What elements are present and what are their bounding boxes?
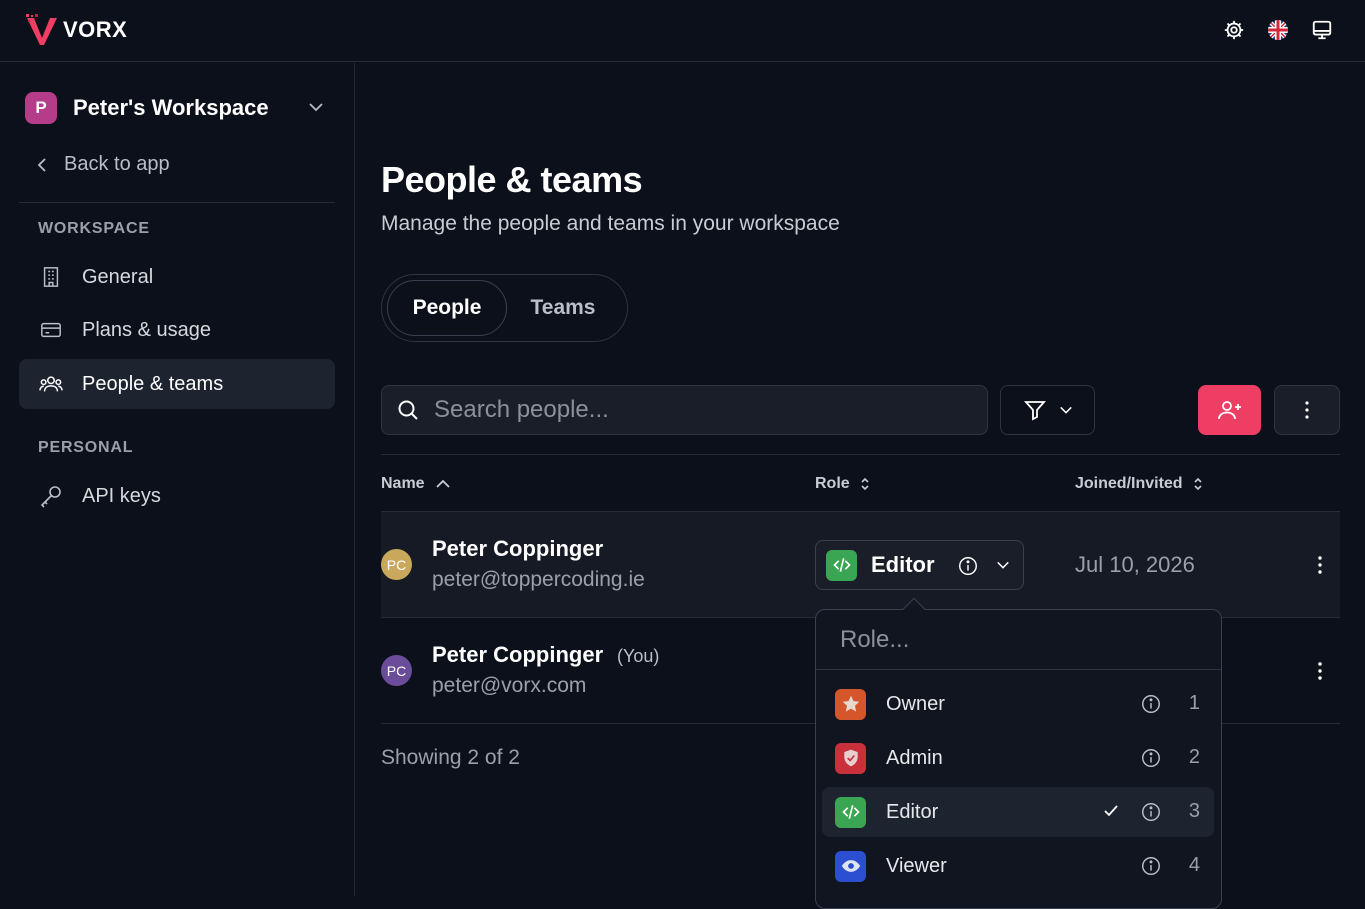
role-option-admin[interactable]: Admin 2: [822, 733, 1214, 783]
sidebar-item-label: Plans & usage: [82, 318, 211, 341]
section-label-workspace: WORKSPACE: [38, 220, 150, 237]
column-header-role[interactable]: Role: [815, 475, 870, 493]
chevron-left-icon: [37, 157, 46, 172]
sidebar: P Peter's Workspace Back to app WORKSPAC…: [0, 63, 355, 896]
avatar: PC: [381, 549, 412, 580]
chevron-down-icon: [1059, 406, 1072, 414]
tab-group: People Teams: [381, 274, 628, 342]
search-icon: [398, 400, 418, 420]
user-name: Peter Coppinger: [432, 536, 604, 561]
column-header-label: Role: [815, 475, 850, 492]
role-dropdown: Owner 1 Admin 2 Editor 3 Viewer 4: [815, 597, 1222, 909]
code-icon: [826, 549, 857, 581]
shield-check-icon: [835, 742, 866, 774]
role-select[interactable]: Editor: [815, 540, 1024, 590]
sort-ascending-icon: [435, 479, 450, 488]
info-icon[interactable]: [1140, 801, 1162, 823]
star-icon: [835, 688, 866, 720]
monitor-icon[interactable]: [1311, 19, 1333, 41]
page-subtitle: Manage the people and teams in your work…: [381, 212, 840, 235]
column-header-joined[interactable]: Joined/Invited: [1075, 475, 1203, 493]
role-option-viewer[interactable]: Viewer 4: [822, 841, 1214, 891]
page-title: People & teams: [381, 159, 643, 200]
user-plus-icon: [1217, 401, 1241, 420]
role-option-label: Editor: [886, 800, 939, 823]
code-icon: [835, 796, 866, 828]
role-option-owner[interactable]: Owner 1: [822, 679, 1214, 729]
back-to-app-label: Back to app: [64, 153, 170, 175]
vorx-logo[interactable]: VORX: [25, 14, 127, 46]
role-option-editor[interactable]: Editor 3: [822, 787, 1214, 837]
tab-people[interactable]: People: [387, 280, 507, 336]
row-menu-button[interactable]: [1314, 556, 1326, 574]
table-row[interactable]: PC Peter Coppinger peter@toppercoding.ie…: [381, 512, 1340, 618]
sidebar-item-plans[interactable]: Plans & usage: [19, 305, 335, 355]
key-icon: [38, 483, 64, 509]
role-search-box: [816, 610, 1221, 670]
uk-flag-icon[interactable]: [1267, 19, 1289, 41]
top-bar: VORX: [0, 0, 1365, 62]
chevron-down-icon: [997, 561, 1009, 569]
info-icon[interactable]: [1140, 855, 1162, 877]
role-option-label: Viewer: [886, 854, 947, 877]
role-option-shortcut: 3: [1188, 800, 1200, 822]
role-option-shortcut: 1: [1188, 692, 1200, 714]
users-icon: [38, 371, 64, 397]
sidebar-item-general[interactable]: General: [19, 252, 335, 302]
kebab-menu-icon: [1318, 556, 1322, 574]
role-search-input[interactable]: [816, 610, 1221, 670]
sidebar-divider: [19, 202, 335, 203]
column-header-name[interactable]: Name: [381, 475, 451, 493]
back-to-app-link[interactable]: Back to app: [36, 153, 170, 176]
sidebar-item-api-keys[interactable]: API keys: [19, 471, 335, 521]
sidebar-item-label: People & teams: [82, 372, 224, 395]
user-email: peter@vorx.com: [432, 674, 587, 697]
gear-icon[interactable]: [1223, 19, 1245, 41]
workspace-name: Peter's Workspace: [73, 95, 269, 120]
sidebar-item-label: API keys: [82, 484, 161, 507]
filter-button[interactable]: [1000, 385, 1095, 435]
info-icon[interactable]: [1140, 693, 1162, 715]
role-option-shortcut: 4: [1188, 854, 1200, 876]
brand-name: VORX: [63, 17, 128, 42]
role-option-label: Admin: [886, 746, 943, 769]
sort-icon: [861, 477, 869, 491]
tab-teams[interactable]: Teams: [507, 280, 619, 336]
column-header-label: Name: [381, 475, 425, 492]
avatar: PC: [381, 655, 412, 686]
row-menu-button[interactable]: [1314, 662, 1326, 680]
table-header: Name Role Joined/Invited: [381, 454, 1340, 512]
vorx-logo-icon: [26, 14, 57, 45]
info-icon[interactable]: [957, 555, 979, 577]
you-badge: (You): [617, 646, 660, 666]
info-icon[interactable]: [1140, 747, 1162, 769]
joined-date: Jul 10, 2026: [1075, 552, 1195, 577]
credit-card-icon: [38, 317, 64, 343]
building-icon: [38, 264, 64, 290]
pagination-summary: Showing 2 of 2: [381, 746, 520, 769]
column-header-label: Joined/Invited: [1075, 475, 1183, 492]
search-box: [381, 385, 988, 435]
search-input[interactable]: [434, 396, 954, 424]
sidebar-item-people-teams[interactable]: People & teams: [19, 359, 335, 409]
workspace-switcher[interactable]: P Peter's Workspace: [25, 91, 330, 125]
more-options-button[interactable]: [1274, 385, 1340, 435]
kebab-menu-icon: [1318, 662, 1322, 680]
section-label-personal: PERSONAL: [38, 439, 134, 456]
add-person-button[interactable]: [1198, 385, 1261, 435]
chevron-down-icon: [309, 103, 323, 112]
role-option-shortcut: 2: [1188, 746, 1200, 768]
kebab-menu-icon: [1305, 401, 1309, 419]
filter-icon: [1023, 401, 1046, 421]
workspace-avatar: P: [25, 92, 57, 124]
user-email: peter@toppercoding.ie: [432, 568, 645, 591]
sort-icon: [1194, 477, 1202, 491]
eye-icon: [835, 850, 866, 882]
checkmark-icon: [1104, 805, 1118, 817]
sidebar-item-label: General: [82, 265, 154, 288]
role-select-value: Editor: [871, 552, 935, 577]
user-name: Peter Coppinger: [432, 642, 604, 667]
role-option-label: Owner: [886, 692, 945, 715]
